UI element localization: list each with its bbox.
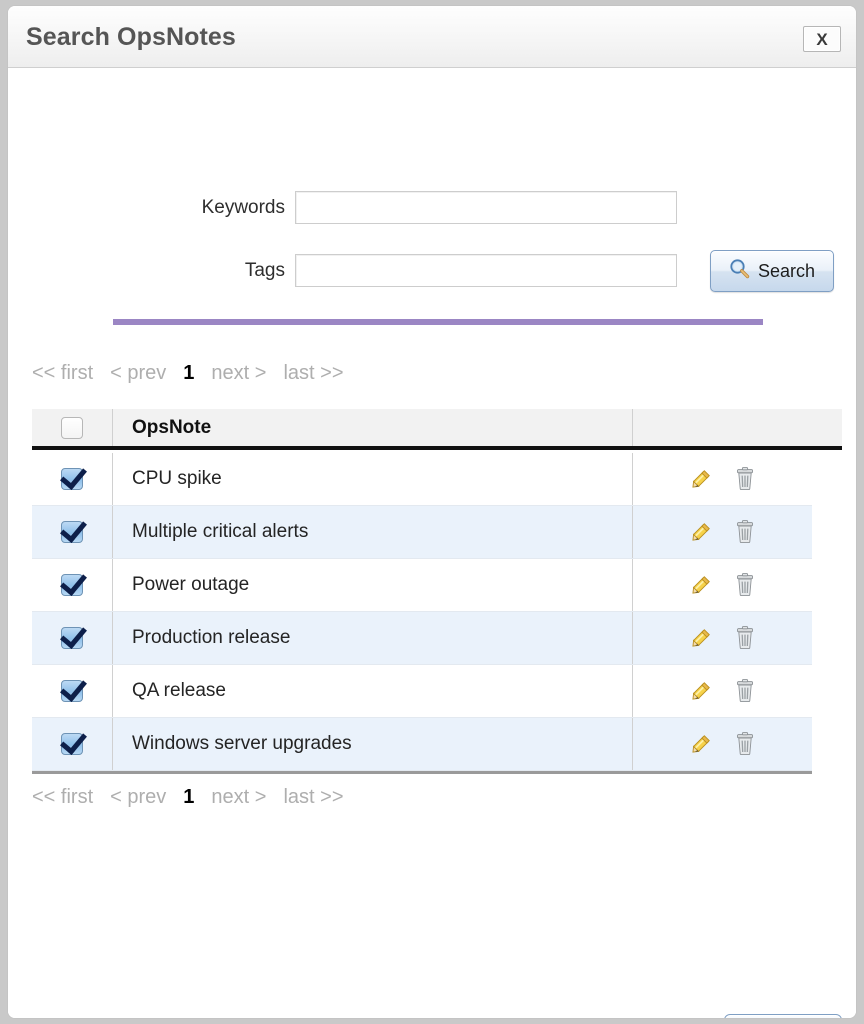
pencil-icon[interactable] <box>686 464 716 494</box>
select-all-cell <box>32 409 113 446</box>
pagination-current-page: 1 <box>183 786 195 808</box>
column-header-actions <box>633 409 842 446</box>
trash-icon[interactable] <box>730 623 760 653</box>
dialog-body: Keywords Tags Search << first < prev 1 n… <box>8 68 856 1018</box>
select-all-checkbox[interactable] <box>61 416 83 439</box>
pagination-current-page: 1 <box>183 362 195 384</box>
row-actions <box>633 453 812 505</box>
tags-row: Tags <box>8 254 677 287</box>
table-header: OpsNote <box>32 409 842 450</box>
pencil-icon[interactable] <box>686 729 716 759</box>
row-select-checkbox[interactable] <box>61 574 83 596</box>
row-actions <box>633 559 812 611</box>
row-actions <box>633 506 812 558</box>
column-header-opsnote[interactable]: OpsNote <box>113 409 633 446</box>
pagination-top: << first < prev 1 next > last >> <box>32 362 361 385</box>
trash-icon[interactable] <box>730 570 760 600</box>
dialog-titlebar: Search OpsNotes X <box>8 6 856 68</box>
row-opsnote-name: Windows server upgrades <box>113 718 633 770</box>
row-opsnote-name: Multiple critical alerts <box>113 506 633 558</box>
search-opsnotes-dialog: Search OpsNotes X Keywords Tags Search <… <box>8 6 856 1018</box>
magnifier-icon <box>729 258 750 284</box>
trash-icon[interactable] <box>730 517 760 547</box>
dialog-title: Search OpsNotes <box>26 23 236 51</box>
row-actions <box>633 665 812 717</box>
pencil-icon[interactable] <box>686 517 716 547</box>
pagination-next[interactable]: next > <box>211 362 266 385</box>
pagination-last[interactable]: last >> <box>283 786 343 809</box>
row-select-checkbox[interactable] <box>61 627 83 649</box>
row-select-cell <box>32 665 113 717</box>
close-button[interactable]: Close <box>724 1014 842 1018</box>
tags-label: Tags <box>244 259 285 281</box>
keywords-row: Keywords <box>8 191 677 224</box>
table-row[interactable]: Multiple critical alerts <box>32 506 812 559</box>
pencil-icon[interactable] <box>686 676 716 706</box>
trash-icon[interactable] <box>730 676 760 706</box>
row-opsnote-name: Production release <box>113 612 633 664</box>
pagination-prev[interactable]: < prev <box>110 786 166 809</box>
table-row[interactable]: Windows server upgrades <box>32 718 812 771</box>
table-row[interactable]: CPU spike <box>32 453 812 506</box>
row-select-cell <box>32 506 113 558</box>
row-select-cell <box>32 453 113 505</box>
table-body: CPU spike Multiple critical alerts Power o… <box>32 453 812 774</box>
table-row[interactable]: Production release <box>32 612 812 665</box>
keywords-label: Keywords <box>201 196 285 218</box>
row-actions <box>633 612 812 664</box>
pencil-icon[interactable] <box>686 570 716 600</box>
keywords-input[interactable] <box>295 191 677 224</box>
pagination-first[interactable]: << first <box>32 362 93 385</box>
row-opsnote-name: CPU spike <box>113 453 633 505</box>
row-select-checkbox[interactable] <box>61 733 83 755</box>
pagination-prev[interactable]: < prev <box>110 362 166 385</box>
search-button-label: Search <box>757 260 816 281</box>
close-icon[interactable]: X <box>803 26 841 52</box>
table-row[interactable]: Power outage <box>32 559 812 612</box>
row-opsnote-name: QA release <box>113 665 633 717</box>
row-select-cell <box>32 718 113 770</box>
pagination-first[interactable]: << first <box>32 786 93 809</box>
row-actions <box>633 718 812 770</box>
pencil-icon[interactable] <box>686 623 716 653</box>
row-select-checkbox[interactable] <box>61 680 83 702</box>
search-button[interactable]: Search <box>710 250 834 292</box>
row-opsnote-name: Power outage <box>113 559 633 611</box>
row-select-cell <box>32 559 113 611</box>
pagination-next[interactable]: next > <box>211 786 266 809</box>
row-select-checkbox[interactable] <box>61 468 83 490</box>
trash-icon[interactable] <box>730 464 760 494</box>
pagination-bottom: << first < prev 1 next > last >> <box>32 786 361 809</box>
pagination-last[interactable]: last >> <box>283 362 343 385</box>
table-row[interactable]: QA release <box>32 665 812 718</box>
tags-input[interactable] <box>295 254 677 287</box>
section-divider <box>113 319 763 325</box>
row-select-cell <box>32 612 113 664</box>
row-select-checkbox[interactable] <box>61 521 83 543</box>
trash-icon[interactable] <box>730 729 760 759</box>
